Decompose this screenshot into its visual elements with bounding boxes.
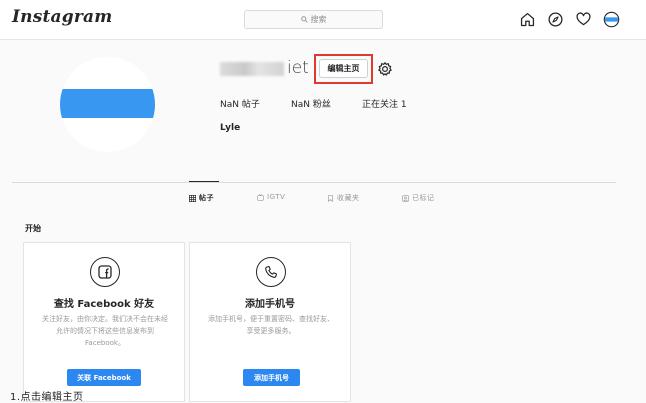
profile-stats: NaN 帖子 NaN 粉丝 正在关注 1 xyxy=(220,97,407,110)
profile-avatar[interactable] xyxy=(60,57,155,152)
tab-igtv-label: IGTV xyxy=(267,193,286,201)
instagram-logo[interactable]: Instagram xyxy=(12,7,112,27)
search-input[interactable]: 搜索 xyxy=(244,10,383,29)
following-count[interactable]: 正在关注 1 xyxy=(362,97,407,110)
tab-tagged-label: 已标记 xyxy=(412,194,435,202)
connect-facebook-button[interactable]: 关联 Facebook xyxy=(67,369,141,386)
tab-posts[interactable]: 帖子 xyxy=(189,193,214,203)
phone-icon xyxy=(256,257,286,287)
username: iet xyxy=(287,58,309,78)
posts-count: NaN 帖子 xyxy=(220,100,260,110)
card-title: 查找 Facebook 好友 xyxy=(53,299,155,310)
profile-avatar-icon[interactable] xyxy=(603,11,620,28)
tag-icon xyxy=(402,194,409,202)
card-description: 关注好友，由你决定。我们决不会在未经允许的情况下将这些信息发布到 Faceboo… xyxy=(42,315,168,347)
tab-posts-label: 帖子 xyxy=(199,194,214,202)
heart-icon[interactable] xyxy=(575,11,592,28)
card-title: 添加手机号 xyxy=(245,299,295,310)
step-caption: 1.点击编辑主页 xyxy=(10,392,84,403)
search-placeholder: 搜索 xyxy=(310,15,327,24)
getting-started-title: 开始 xyxy=(25,224,41,233)
add-phone-card: 添加手机号 添加手机号，便于重置密码、查找好友、享受更多服务。 添加手机号 xyxy=(189,242,351,402)
facebook-icon xyxy=(90,257,120,287)
followers-count[interactable]: NaN 粉丝 xyxy=(291,97,362,110)
bookmark-icon xyxy=(328,194,333,202)
username-redacted xyxy=(220,62,284,76)
explore-icon[interactable] xyxy=(547,11,564,28)
top-nav-bar: Instagram 搜索 xyxy=(0,0,646,40)
home-icon[interactable] xyxy=(519,11,536,28)
gear-icon[interactable] xyxy=(377,61,393,77)
full-name: Lyle xyxy=(220,123,241,133)
grid-icon xyxy=(189,194,196,202)
tab-saved-label: 收藏夹 xyxy=(337,194,360,202)
tab-saved[interactable]: 收藏夹 xyxy=(327,193,360,203)
tab-tagged[interactable]: 已标记 xyxy=(402,193,435,203)
search-icon xyxy=(300,16,308,23)
tabs-divider xyxy=(12,182,616,183)
active-tab-indicator xyxy=(189,181,219,182)
tab-igtv[interactable]: IGTV xyxy=(257,193,285,201)
add-phone-button[interactable]: 添加手机号 xyxy=(243,369,300,386)
igtv-icon xyxy=(257,193,264,201)
edit-profile-button[interactable]: 编辑主页 xyxy=(319,59,368,78)
find-facebook-friends-card: 查找 Facebook 好友 关注好友，由你决定。我们决不会在未经允许的情况下将… xyxy=(23,242,185,402)
card-description: 添加手机号，便于重置密码、查找好友、享受更多服务。 xyxy=(208,315,334,335)
